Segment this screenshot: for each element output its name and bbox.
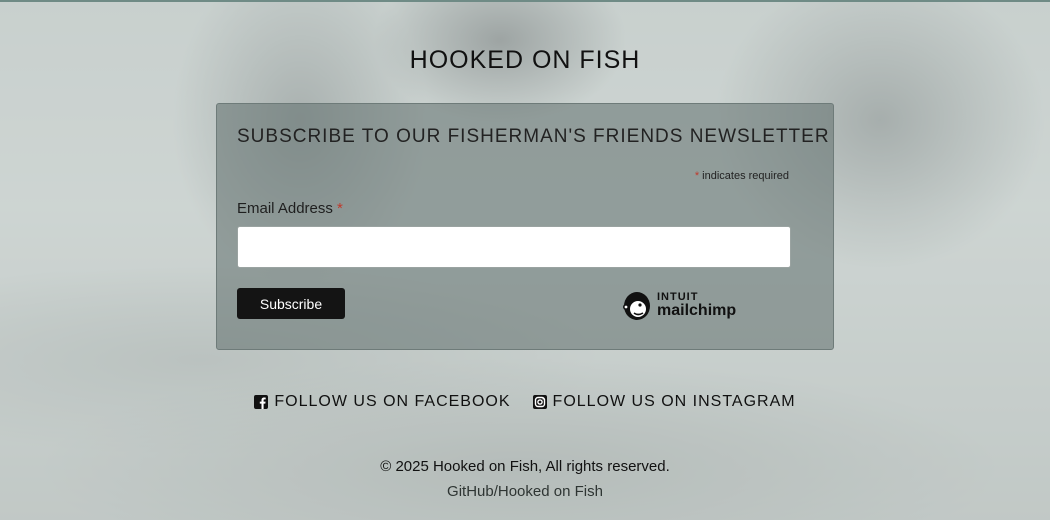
email-label: Email Address *	[237, 200, 343, 217]
mailchimp-text: mailchimp	[657, 301, 737, 319]
site-title: HOOKED ON FISH	[409, 46, 641, 74]
subscribe-button[interactable]: Subscribe	[237, 288, 345, 319]
mailchimp-wordmark: INTUIT mailchimp	[657, 290, 737, 319]
newsletter-title: SUBSCRIBE TO OUR FISHERMAN'S FRIENDS NEW…	[237, 126, 830, 147]
newsletter-form: SUBSCRIBE TO OUR FISHERMAN'S FRIENDS NEW…	[216, 103, 834, 350]
page-content: HOOKED ON FISH SUBSCRIBE TO OUR FISHERMA…	[0, 0, 1050, 520]
facebook-link-label: FOLLOW US ON FACEBOOK	[274, 393, 511, 410]
instagram-icon	[532, 395, 547, 409]
github-repo-link[interactable]: GitHub/Hooked on Fish	[0, 483, 1050, 500]
mailchimp-logo-icon	[623, 292, 650, 320]
facebook-link[interactable]: FOLLOW US ON FACEBOOK	[254, 393, 510, 411]
email-required-asterisk: *	[337, 200, 343, 217]
email-label-text: Email Address	[237, 200, 333, 217]
required-asterisk: *	[694, 170, 700, 182]
required-note-text: indicates required	[702, 170, 789, 182]
mailchimp-badge[interactable]: INTUIT mailchimp	[621, 288, 736, 322]
instagram-link[interactable]: FOLLOW US ON INSTAGRAM	[532, 393, 796, 411]
facebook-square-icon	[254, 395, 269, 409]
copyright-text: © 2025 Hooked on Fish, All rights reserv…	[380, 458, 670, 475]
email-input[interactable]	[237, 226, 791, 268]
intuit-text: INTUIT	[657, 290, 699, 303]
social-links: FOLLOW US ON FACEBOOK FOLLOW US ON INSTA…	[0, 393, 1050, 411]
instagram-link-label: FOLLOW US ON INSTAGRAM	[552, 393, 796, 410]
required-note: * indicates required	[695, 170, 789, 182]
